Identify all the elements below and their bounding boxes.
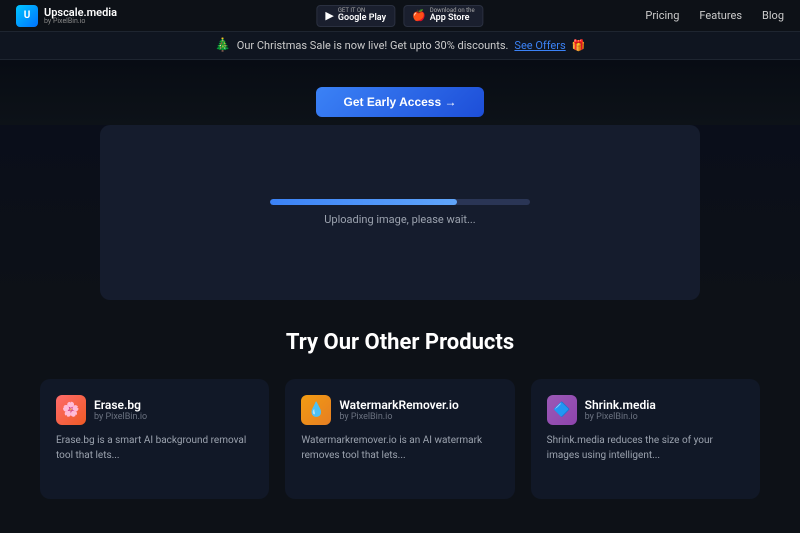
google-play-icon: ▶ <box>325 9 333 22</box>
hero-section: Get Early Access → <box>0 60 800 125</box>
progress-bar-fill <box>270 199 457 205</box>
promo-link[interactable]: See Offers <box>514 39 565 52</box>
app-store-text: Download on the App Store <box>430 8 475 23</box>
products-section: Try Our Other Products 🌸 Erase.bg by Pix… <box>0 300 800 519</box>
shrink-name: Shrink.media <box>585 398 656 412</box>
product-header-shrink: 🔷 Shrink.media by PixelBin.io <box>547 395 744 425</box>
product-header-watermark: 💧 WatermarkRemover.io by PixelBin.io <box>301 395 498 425</box>
logo-name: Upscale.media <box>44 7 117 18</box>
erasebg-logo: 🌸 <box>56 395 86 425</box>
erasebg-desc: Erase.bg is a smart AI background remova… <box>56 433 253 463</box>
progress-bar-track <box>270 199 530 205</box>
progress-text: Uploading image, please wait... <box>324 213 475 226</box>
shrink-sub: by PixelBin.io <box>585 412 656 422</box>
erasebg-name-area: Erase.bg by PixelBin.io <box>94 398 147 422</box>
header-nav: Pricing Features Blog <box>645 9 784 22</box>
watermark-name: WatermarkRemover.io <box>339 398 458 412</box>
get-access-button[interactable]: Get Early Access → <box>316 87 485 117</box>
shrink-desc: Shrink.media reduces the size of your im… <box>547 433 744 463</box>
shrink-name-area: Shrink.media by PixelBin.io <box>585 398 656 422</box>
app-store-name: App Store <box>430 14 475 23</box>
product-card-watermark[interactable]: 💧 WatermarkRemover.io by PixelBin.io Wat… <box>285 379 514 499</box>
promo-icon: 🎄 <box>215 38 231 53</box>
promo-gift-icon: 🎁 <box>572 39 586 52</box>
google-play-badge[interactable]: ▶ GET IT ON Google Play <box>316 5 395 27</box>
logo-sub: by PixelBin.io <box>44 18 117 25</box>
upload-box: Uploading image, please wait... <box>100 125 700 300</box>
google-play-name: Google Play <box>338 14 386 23</box>
product-card-shrink[interactable]: 🔷 Shrink.media by PixelBin.io Shrink.med… <box>531 379 760 499</box>
logo-text: Upscale.media by PixelBin.io <box>44 7 117 25</box>
promo-text: Our Christmas Sale is now live! Get upto… <box>237 39 509 52</box>
app-store-badge[interactable]: 🍎 Download on the App Store <box>403 5 484 27</box>
app-badges: ▶ GET IT ON Google Play 🍎 Download on th… <box>316 5 483 27</box>
nav-pricing[interactable]: Pricing <box>645 9 679 22</box>
product-header-erasebg: 🌸 Erase.bg by PixelBin.io <box>56 395 253 425</box>
logo-area: U Upscale.media by PixelBin.io <box>16 5 117 27</box>
watermark-name-area: WatermarkRemover.io by PixelBin.io <box>339 398 458 422</box>
logo-icon: U <box>16 5 38 27</box>
progress-container: Uploading image, please wait... <box>270 199 530 226</box>
watermark-sub: by PixelBin.io <box>339 412 458 422</box>
watermark-desc: Watermarkremover.io is an AI watermark r… <box>301 433 498 463</box>
erasebg-sub: by PixelBin.io <box>94 412 147 422</box>
erasebg-name: Erase.bg <box>94 398 147 412</box>
header: U Upscale.media by PixelBin.io ▶ GET IT … <box>0 0 800 32</box>
shrink-logo: 🔷 <box>547 395 577 425</box>
watermark-logo: 💧 <box>301 395 331 425</box>
products-grid: 🌸 Erase.bg by PixelBin.io Erase.bg is a … <box>40 379 760 499</box>
apple-icon: 🍎 <box>412 9 426 22</box>
google-play-text: GET IT ON Google Play <box>338 8 386 23</box>
nav-features[interactable]: Features <box>699 9 742 22</box>
products-title: Try Our Other Products <box>40 330 760 355</box>
nav-blog[interactable]: Blog <box>762 9 784 22</box>
upload-wrapper: Uploading image, please wait... <box>0 125 800 300</box>
promo-bar: 🎄 Our Christmas Sale is now live! Get up… <box>0 32 800 60</box>
product-card-erasebg[interactable]: 🌸 Erase.bg by PixelBin.io Erase.bg is a … <box>40 379 269 499</box>
